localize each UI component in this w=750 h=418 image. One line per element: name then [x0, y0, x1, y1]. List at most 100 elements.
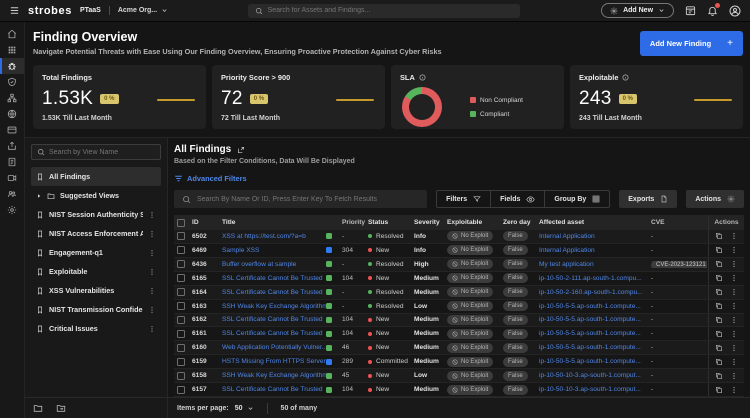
asset-link[interactable]: ip-10-50-10-3.ap-south-1.comput... — [539, 372, 651, 379]
advanced-filters-link[interactable]: Advanced Filters — [174, 174, 744, 183]
asset-link[interactable]: ip-10-50-5-5.ap-south-1.compute... — [539, 344, 651, 351]
kebab-menu-icon[interactable] — [148, 306, 156, 314]
kebab-menu-icon[interactable] — [730, 260, 738, 268]
table-row[interactable]: 6161 SSL Certificate Cannot Be Trusted 1… — [174, 327, 744, 341]
table-row[interactable]: 6159 HSTS Missing From HTTPS Server (...… — [174, 355, 744, 369]
exports-button[interactable]: Exports — [619, 190, 677, 208]
view-search[interactable] — [31, 144, 161, 160]
nav-home[interactable] — [0, 26, 24, 42]
view-item[interactable]: NIST Access Enforcement AC-3 — [31, 224, 161, 243]
copy-icon[interactable] — [715, 316, 723, 324]
finding-title-link[interactable]: SSL Certificate Cannot Be Trusted — [222, 386, 326, 393]
kebab-menu-icon[interactable] — [730, 288, 738, 296]
copy-icon[interactable] — [715, 246, 723, 254]
kebab-menu-icon[interactable] — [730, 386, 738, 394]
row-checkbox[interactable] — [177, 386, 185, 394]
copy-icon[interactable] — [715, 344, 723, 352]
global-search[interactable] — [248, 4, 520, 18]
row-checkbox[interactable] — [177, 246, 185, 254]
kebab-menu-icon[interactable] — [148, 268, 156, 276]
asset-link[interactable]: Internal Application — [539, 247, 651, 254]
row-checkbox[interactable] — [177, 232, 185, 240]
nav-team[interactable] — [0, 186, 24, 202]
asset-link[interactable]: ip-10-50-10-3.ap-south-1.comput... — [539, 386, 651, 393]
findings-search-input[interactable] — [197, 196, 419, 203]
row-checkbox[interactable] — [177, 316, 185, 324]
copy-icon[interactable] — [715, 260, 723, 268]
view-item[interactable]: Engagement-q1 — [31, 243, 161, 262]
kebab-menu-icon[interactable] — [730, 358, 738, 366]
table-row[interactable]: 6165 SSL Certificate Cannot Be Trusted 1… — [174, 272, 744, 286]
row-checkbox[interactable] — [177, 358, 185, 366]
copy-icon[interactable] — [715, 358, 723, 366]
finding-title-link[interactable]: SSL Certificate Cannot Be Trusted — [222, 289, 326, 296]
row-checkbox[interactable] — [177, 344, 185, 352]
folder-import-icon[interactable] — [56, 403, 66, 413]
kebab-menu-icon[interactable] — [730, 232, 738, 240]
kebab-menu-icon[interactable] — [148, 325, 156, 333]
kebab-menu-icon[interactable] — [730, 274, 738, 282]
copy-icon[interactable] — [715, 302, 723, 310]
org-switcher[interactable]: Acme Org... — [118, 7, 168, 14]
items-per-page-select[interactable]: 50 — [235, 405, 254, 412]
asset-link[interactable]: ip-10-50-5-5.ap-south-1.compute... — [539, 330, 651, 337]
kebab-menu-icon[interactable] — [148, 211, 156, 219]
kebab-menu-icon[interactable] — [730, 246, 738, 254]
finding-title-link[interactable]: SSL Certificate Cannot Be Trusted — [222, 316, 326, 323]
copy-icon[interactable] — [715, 274, 723, 282]
copy-icon[interactable] — [715, 372, 723, 380]
finding-title-link[interactable]: SSH Weak Key Exchange Algorithm... — [222, 372, 326, 379]
select-all-checkbox[interactable] — [177, 219, 185, 227]
finding-title-link[interactable]: Web Application Potentially Vulner... — [222, 344, 326, 351]
row-checkbox[interactable] — [177, 260, 185, 268]
kebab-menu-icon[interactable] — [148, 249, 156, 257]
table-row[interactable]: 6164 SSL Certificate Cannot Be Trusted -… — [174, 286, 744, 300]
table-row[interactable]: 6502 XSS at https://test.com/?a=b - Reso… — [174, 230, 744, 244]
notifications-bell-icon[interactable] — [707, 5, 718, 16]
copy-icon[interactable] — [715, 330, 723, 338]
table-row[interactable]: 6160 Web Application Potentially Vulner.… — [174, 341, 744, 355]
finding-title-link[interactable]: SSH Weak Key Exchange Algorithm... — [222, 303, 326, 310]
view-item[interactable]: XSS Vulnerabilities — [31, 281, 161, 300]
table-row[interactable]: 6436 Buffer overflow at sample - Resolve… — [174, 258, 744, 272]
kebab-menu-icon[interactable] — [730, 372, 738, 380]
table-row[interactable]: 6162 SSL Certificate Cannot Be Trusted 1… — [174, 314, 744, 328]
nav-compliance[interactable] — [0, 74, 24, 90]
table-row[interactable]: 6163 SSH Weak Key Exchange Algorithm... … — [174, 300, 744, 314]
user-avatar-icon[interactable] — [729, 5, 741, 17]
info-icon[interactable] — [419, 74, 426, 81]
table-row[interactable]: 6469 Sample XSS 304 New Info No Exploit … — [174, 244, 744, 258]
kebab-menu-icon[interactable] — [730, 316, 738, 324]
menu-icon[interactable] — [9, 5, 20, 16]
asset-link[interactable]: Internal Application — [539, 233, 651, 240]
kebab-menu-icon[interactable] — [148, 287, 156, 295]
kebab-menu-icon[interactable] — [148, 230, 156, 238]
row-checkbox[interactable] — [177, 302, 185, 310]
kebab-menu-icon[interactable] — [730, 344, 738, 352]
finding-title-link[interactable]: SSL Certificate Cannot Be Trusted — [222, 330, 326, 337]
table-row[interactable]: 6157 SSL Certificate Cannot Be Trusted 1… — [174, 383, 744, 397]
info-icon[interactable] — [622, 74, 629, 81]
asset-link[interactable]: ip-10-50-5-5.ap-south-1.compute... — [539, 303, 651, 310]
global-search-input[interactable] — [268, 7, 513, 14]
copy-icon[interactable] — [715, 232, 723, 240]
nav-settings[interactable] — [0, 202, 24, 218]
view-item-all-findings[interactable]: All Findings — [31, 167, 161, 186]
asset-link[interactable]: ip-10-50-5-5.ap-south-1.compute... — [539, 358, 651, 365]
expand-icon[interactable] — [237, 146, 245, 154]
view-item[interactable]: Exploitable — [31, 262, 161, 281]
folder-export-icon[interactable] — [33, 403, 43, 413]
asset-link[interactable]: ip-10-50-2-160.ap-south-1.compu... — [539, 289, 651, 296]
add-new-finding-button[interactable]: Add New Finding + — [640, 31, 743, 56]
nav-assets[interactable] — [0, 90, 24, 106]
add-new-button[interactable]: Add New — [601, 3, 674, 18]
row-checkbox[interactable] — [177, 274, 185, 282]
asset-link[interactable]: My test application — [539, 261, 651, 268]
nav-reports[interactable] — [0, 154, 24, 170]
view-item[interactable]: NIST Session Authenticity SC-23 — [31, 205, 161, 224]
finding-title-link[interactable]: Sample XSS — [222, 247, 326, 254]
activity-log-icon[interactable] — [685, 5, 696, 16]
copy-icon[interactable] — [715, 288, 723, 296]
copy-icon[interactable] — [715, 386, 723, 394]
finding-title-link[interactable]: XSS at https://test.com/?a=b — [222, 233, 326, 240]
